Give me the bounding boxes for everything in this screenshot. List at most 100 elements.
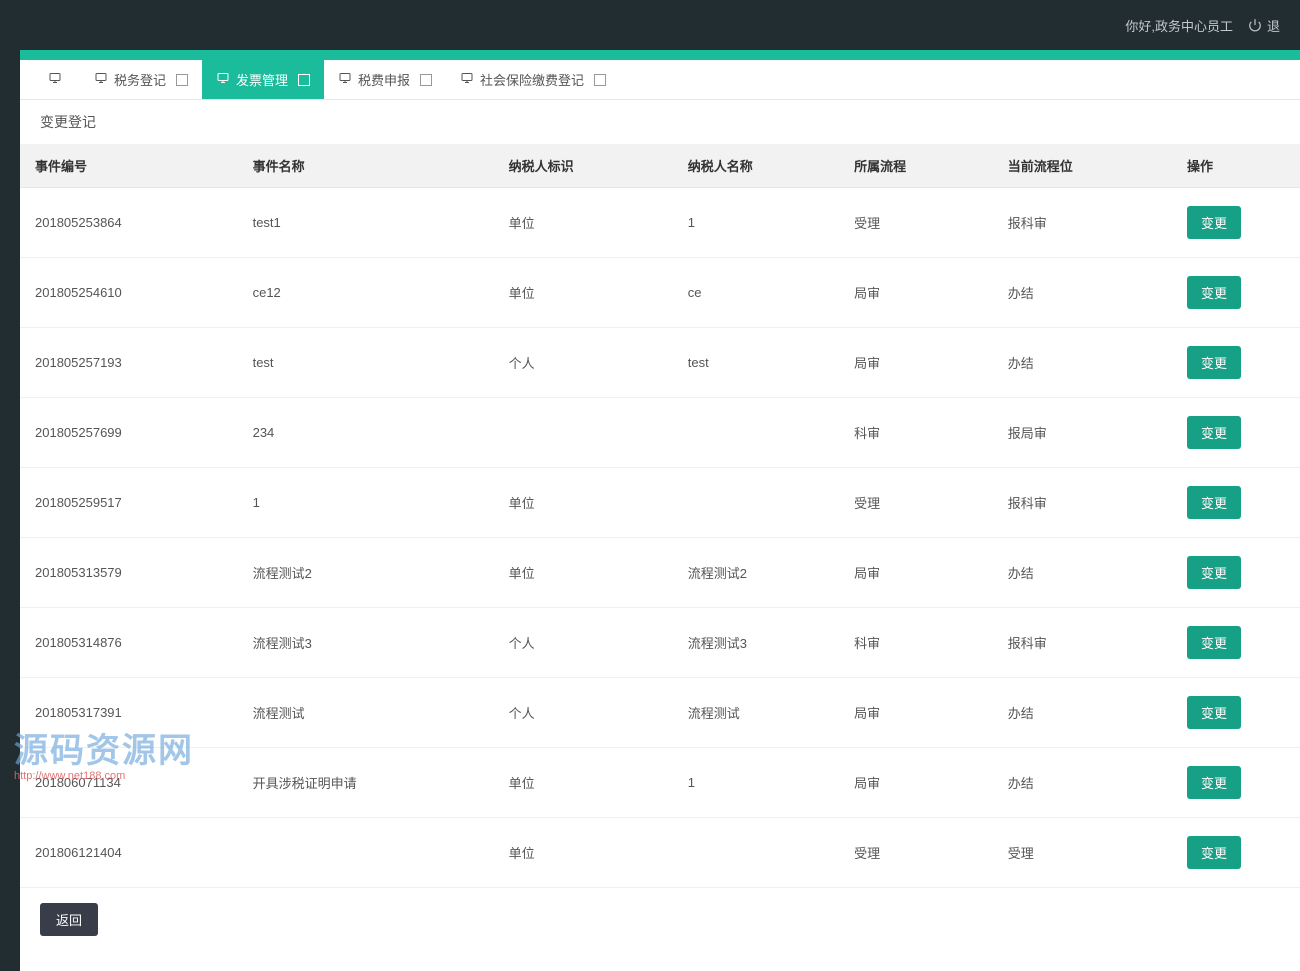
- cell-taxpayer-name: 1: [673, 748, 839, 818]
- table-row: 201805257699 234 科审 报局审 变更: [20, 398, 1300, 468]
- cell-event-id: 201805313579: [20, 538, 238, 608]
- monitor-icon: [94, 72, 108, 87]
- th-operation: 操作: [1172, 144, 1300, 188]
- cell-event-id: 201805254610: [20, 258, 238, 328]
- cell-operation: 变更: [1172, 258, 1300, 328]
- cell-taxpayer-name: [673, 398, 839, 468]
- tab-item[interactable]: 社会保险缴费登记: [446, 60, 620, 99]
- cell-event-name: 234: [238, 398, 494, 468]
- cell-event-name: test: [238, 328, 494, 398]
- th-stage: 当前流程位: [993, 144, 1172, 188]
- cell-taxpayer-name: ce: [673, 258, 839, 328]
- monitor-icon: [216, 72, 230, 87]
- table-header-row: 事件编号 事件名称 纳税人标识 纳税人名称 所属流程 当前流程位 操作: [20, 144, 1300, 188]
- table-row: 201805313579 流程测试2 单位 流程测试2 局审 办结 变更: [20, 538, 1300, 608]
- cell-event-id: 201805259517: [20, 468, 238, 538]
- change-button[interactable]: 变更: [1187, 486, 1241, 519]
- tab-close-icon[interactable]: [176, 74, 188, 86]
- cell-stage: 报局审: [993, 398, 1172, 468]
- page-title: 变更登记: [20, 100, 1300, 144]
- cell-taxpayer-tag: 单位: [494, 258, 673, 328]
- cell-event-id: 201806121404: [20, 818, 238, 888]
- cell-operation: 变更: [1172, 538, 1300, 608]
- cell-taxpayer-tag: 个人: [494, 608, 673, 678]
- cell-process: 科审: [839, 398, 993, 468]
- change-button[interactable]: 变更: [1187, 416, 1241, 449]
- table-row: 201805254610 ce12 单位 ce 局审 办结 变更: [20, 258, 1300, 328]
- cell-operation: 变更: [1172, 328, 1300, 398]
- cell-process: 科审: [839, 608, 993, 678]
- tab-label: 发票管理: [236, 70, 288, 89]
- cell-process: 局审: [839, 678, 993, 748]
- table-row: 201806121404 单位 受理 受理 变更: [20, 818, 1300, 888]
- tab-item[interactable]: 税费申报: [324, 60, 446, 99]
- table-row: 201806071134 开具涉税证明申请 单位 1 局审 办结 变更: [20, 748, 1300, 818]
- cell-process: 受理: [839, 188, 993, 258]
- cell-taxpayer-tag: 个人: [494, 328, 673, 398]
- cell-event-name: 流程测试: [238, 678, 494, 748]
- cell-event-name: test1: [238, 188, 494, 258]
- logout-button[interactable]: 退: [1248, 16, 1280, 35]
- tab-label: 税务登记: [114, 70, 166, 89]
- change-button[interactable]: 变更: [1187, 276, 1241, 309]
- cell-event-id: 201805253864: [20, 188, 238, 258]
- tab-close-icon[interactable]: [420, 74, 432, 86]
- cell-event-name: 流程测试3: [238, 608, 494, 678]
- change-button[interactable]: 变更: [1187, 556, 1241, 589]
- cell-process: 受理: [839, 468, 993, 538]
- cell-event-name: [238, 818, 494, 888]
- cell-taxpayer-tag: 个人: [494, 678, 673, 748]
- change-button[interactable]: 变更: [1187, 696, 1241, 729]
- cell-operation: 变更: [1172, 748, 1300, 818]
- cell-stage: 办结: [993, 748, 1172, 818]
- user-greeting: 你好,政务中心员工: [1125, 16, 1233, 35]
- cell-taxpayer-tag: 单位: [494, 468, 673, 538]
- cell-stage: 办结: [993, 678, 1172, 748]
- change-button[interactable]: 变更: [1187, 346, 1241, 379]
- cell-event-id: 201805257193: [20, 328, 238, 398]
- cell-stage: 报科审: [993, 468, 1172, 538]
- cell-taxpayer-name: 流程测试2: [673, 538, 839, 608]
- tab-item[interactable]: 发票管理: [202, 60, 324, 99]
- cell-stage: 报科审: [993, 608, 1172, 678]
- back-button[interactable]: 返回: [40, 903, 98, 936]
- data-table: 事件编号 事件名称 纳税人标识 纳税人名称 所属流程 当前流程位 操作 2018…: [20, 144, 1300, 888]
- cell-process: 受理: [839, 818, 993, 888]
- change-button[interactable]: 变更: [1187, 766, 1241, 799]
- monitor-icon: [460, 72, 474, 87]
- tab-label: 税费申报: [358, 70, 410, 89]
- change-button[interactable]: 变更: [1187, 836, 1241, 869]
- change-button[interactable]: 变更: [1187, 626, 1241, 659]
- cell-stage: 办结: [993, 328, 1172, 398]
- table-row: 201805317391 流程测试 个人 流程测试 局审 办结 变更: [20, 678, 1300, 748]
- cell-operation: 变更: [1172, 678, 1300, 748]
- tab-close-icon[interactable]: [298, 74, 310, 86]
- cell-taxpayer-name: [673, 468, 839, 538]
- th-taxpayer-name: 纳税人名称: [673, 144, 839, 188]
- tab-item[interactable]: 税务登记: [80, 60, 202, 99]
- cell-taxpayer-name: 流程测试3: [673, 608, 839, 678]
- th-event-name: 事件名称: [238, 144, 494, 188]
- table-row: 201805314876 流程测试3 个人 流程测试3 科审 报科审 变更: [20, 608, 1300, 678]
- tab-home[interactable]: [30, 60, 80, 99]
- cell-taxpayer-tag: 单位: [494, 818, 673, 888]
- cell-stage: 报科审: [993, 188, 1172, 258]
- tab-close-icon[interactable]: [594, 74, 606, 86]
- table-body: 201805253864 test1 单位 1 受理 报科审 变更 201805…: [20, 188, 1300, 888]
- cell-event-name: 开具涉税证明申请: [238, 748, 494, 818]
- cell-event-name: 流程测试2: [238, 538, 494, 608]
- monitor-icon: [338, 72, 352, 87]
- cell-stage: 办结: [993, 258, 1172, 328]
- top-header: 你好,政务中心员工 退: [0, 0, 1300, 50]
- cell-event-id: 201805317391: [20, 678, 238, 748]
- cell-process: 局审: [839, 748, 993, 818]
- table-row: 201805259517 1 单位 受理 报科审 变更: [20, 468, 1300, 538]
- cell-event-id: 201805314876: [20, 608, 238, 678]
- cell-taxpayer-name: 1: [673, 188, 839, 258]
- main-area: 税务登记 发票管理 税费申报 社会保险缴费登记 变更登记 事件编号 事件名称 纳税人标…: [20, 60, 1300, 971]
- cell-taxpayer-tag: 单位: [494, 538, 673, 608]
- cell-taxpayer-name: 流程测试: [673, 678, 839, 748]
- cell-taxpayer-tag: 单位: [494, 188, 673, 258]
- cell-operation: 变更: [1172, 188, 1300, 258]
- change-button[interactable]: 变更: [1187, 206, 1241, 239]
